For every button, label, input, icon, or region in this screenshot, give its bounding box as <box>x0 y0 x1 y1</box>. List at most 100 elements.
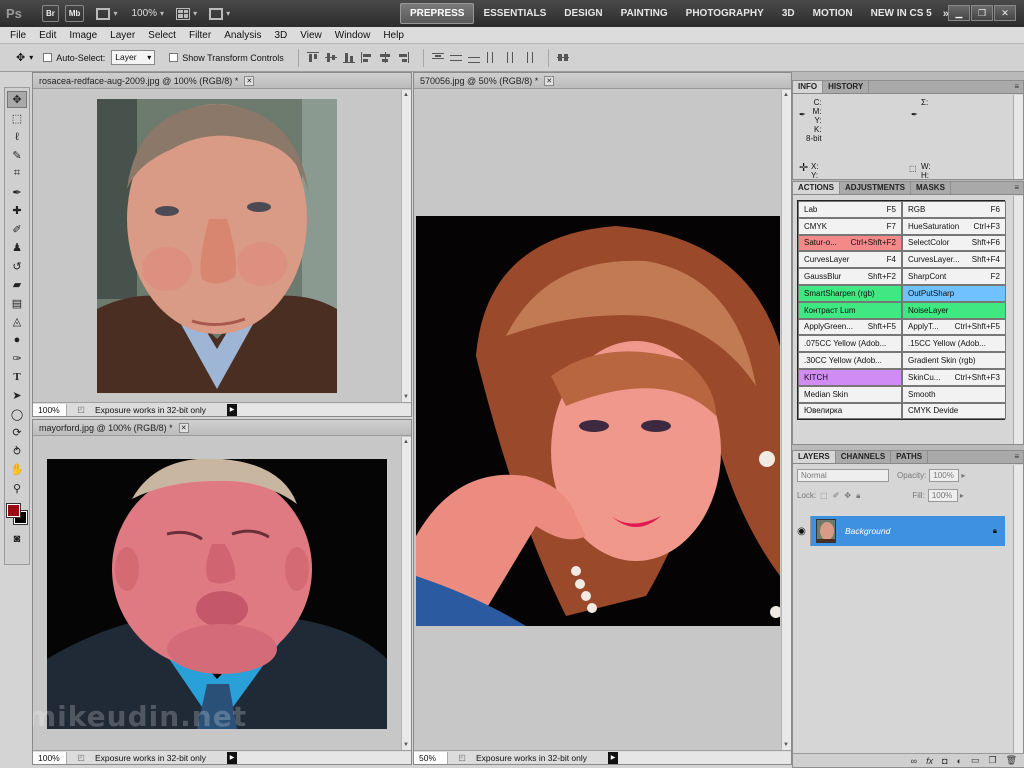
action-button[interactable]: SmartSharpen (rgb) <box>798 284 902 302</box>
distribute-left-icon[interactable] <box>486 52 498 63</box>
workspace-painting[interactable]: PAINTING <box>612 4 677 23</box>
action-button[interactable]: GaussBlur Shft+F2 <box>798 268 902 285</box>
quick-mask-icon[interactable]: ◙ <box>7 530 27 547</box>
workspace-motion[interactable]: MOTION <box>804 4 862 23</box>
distribute-top-icon[interactable] <box>431 52 444 63</box>
tab-masks[interactable]: MASKS <box>911 182 951 194</box>
lasso-tool-icon[interactable]: ℓ <box>7 128 27 145</box>
menu-window[interactable]: Window <box>335 30 371 41</box>
chevron-down-icon[interactable]: ▾ <box>160 9 164 18</box>
fill-field[interactable]: 100% <box>927 489 958 502</box>
brush-tool-icon[interactable]: ✐ <box>7 221 27 238</box>
new-group-icon[interactable]: ▭ <box>971 755 980 766</box>
show-transform-checkbox[interactable] <box>169 53 179 62</box>
align-right-icon[interactable] <box>397 52 409 63</box>
menu-layer[interactable]: Layer <box>110 30 135 41</box>
status-menu-arrow[interactable]: ▶ <box>227 751 237 764</box>
distribute-bottom-icon[interactable] <box>467 52 480 63</box>
move-tool-icon[interactable]: ✥ <box>7 91 27 108</box>
vertical-scrollbar[interactable]: ▲ ▼ <box>401 90 411 402</box>
document-tab[interactable]: 570056.jpg @ 50% (RGB/8) * ✕ <box>414 73 791 89</box>
layer-row-background[interactable]: ◉ Background 🔒︎ <box>793 516 1005 546</box>
info-icon[interactable]: ◰ <box>456 753 468 762</box>
new-layer-icon[interactable]: ❐ <box>988 755 996 766</box>
3d-orbit-tool-icon[interactable]: ⥁ <box>7 443 27 460</box>
foreground-color-swatch[interactable] <box>6 503 21 518</box>
action-button[interactable]: CurvesLayer... Shft+F4 <box>902 251 1006 269</box>
distribute-vcenter-icon[interactable] <box>449 52 462 63</box>
info-icon[interactable]: ◰ <box>75 405 87 414</box>
canvas-area[interactable] <box>33 90 401 402</box>
menu-edit[interactable]: Edit <box>39 30 56 41</box>
workspace-photography[interactable]: PHOTOGRAPHY <box>677 4 773 23</box>
action-button[interactable]: RGB F6 <box>902 201 1006 218</box>
action-button[interactable]: Gradient Skin (rgb) <box>902 352 1006 369</box>
action-button[interactable]: Smooth <box>902 385 1006 403</box>
auto-align-icon[interactable] <box>556 52 569 63</box>
menu-analysis[interactable]: Analysis <box>224 30 261 41</box>
quick-select-tool-icon[interactable]: ✎ <box>7 147 27 164</box>
align-hcenter-icon[interactable] <box>379 52 391 63</box>
clone-stamp-tool-icon[interactable]: ♟ <box>7 239 27 256</box>
zoom-level[interactable]: 100% <box>131 8 157 19</box>
distribute-hcenter-icon[interactable] <box>504 52 516 63</box>
minimize-icon[interactable]: ▁ <box>948 5 970 21</box>
eraser-tool-icon[interactable]: ▰ <box>7 276 27 293</box>
history-brush-tool-icon[interactable]: ↺ <box>7 258 27 275</box>
action-button[interactable]: Satur-o... Ctrl+Shft+F2 <box>798 234 902 252</box>
action-button[interactable]: .30CC Yellow (Adob... <box>798 352 902 369</box>
blend-mode-dropdown[interactable]: Normal <box>797 469 889 482</box>
workspace-prepress[interactable]: PREPRESS <box>400 3 475 24</box>
chevron-right-icon[interactable]: ▸ <box>960 491 964 500</box>
zoom-field[interactable]: 50% <box>414 751 448 764</box>
auto-select-checkbox[interactable] <box>43 53 53 62</box>
close-icon[interactable]: ✕ <box>178 422 189 433</box>
tab-layers[interactable]: LAYERS <box>793 451 836 463</box>
status-menu-arrow[interactable]: ▶ <box>227 403 237 416</box>
action-button[interactable]: CurvesLayer F4 <box>798 251 902 269</box>
close-icon[interactable]: ✕ <box>544 75 555 86</box>
vertical-scrollbar[interactable]: ▲ ▼ <box>401 437 411 750</box>
menu-filter[interactable]: Filter <box>189 30 211 41</box>
layer-style-icon[interactable]: fx <box>926 756 933 766</box>
align-vcenter-icon[interactable] <box>324 52 337 63</box>
panel-menu-icon[interactable]: ≡ <box>1014 183 1019 192</box>
hand-tool-icon[interactable]: ✋ <box>7 461 27 478</box>
close-icon[interactable]: ✕ <box>244 75 255 86</box>
arrange-documents-icon[interactable] <box>176 7 191 20</box>
tab-channels[interactable]: CHANNELS <box>836 451 892 463</box>
shape-tool-icon[interactable]: ◯ <box>7 406 27 423</box>
action-button[interactable]: OutPutSharp <box>902 284 1006 302</box>
tab-info[interactable]: INFO <box>793 81 824 93</box>
link-layers-icon[interactable]: ∞ <box>911 756 917 766</box>
action-button[interactable]: SharpCont F2 <box>902 268 1006 285</box>
workspace-new-in-cs5[interactable]: NEW IN CS 5 <box>862 4 941 23</box>
action-button[interactable]: Ювелирка <box>798 402 902 420</box>
action-button[interactable]: ApplyGreen... Shft+F5 <box>798 318 902 336</box>
document-tab[interactable]: rosacea-redface-aug-2009.jpg @ 100% (RGB… <box>33 73 411 89</box>
status-menu-arrow[interactable]: ▶ <box>608 751 618 764</box>
workspace-essentials[interactable]: ESSENTIALS <box>474 4 555 23</box>
action-button[interactable]: KITCH <box>798 368 902 386</box>
vertical-scrollbar[interactable] <box>1013 196 1023 444</box>
marquee-tool-icon[interactable]: ⬚ <box>7 110 27 127</box>
action-button[interactable]: CMYK F7 <box>798 217 902 235</box>
menu-help[interactable]: Help <box>383 30 404 41</box>
crop-tool-icon[interactable]: ⌗ <box>7 165 27 182</box>
align-top-icon[interactable] <box>306 52 319 63</box>
gradient-tool-icon[interactable]: ▤ <box>7 295 27 312</box>
action-button[interactable]: Контраст Lum <box>798 301 902 319</box>
vertical-scrollbar[interactable] <box>1013 95 1023 179</box>
dodge-tool-icon[interactable]: ● <box>7 332 27 349</box>
workspace-design[interactable]: DESIGN <box>555 4 611 23</box>
menu-image[interactable]: Image <box>69 30 97 41</box>
action-button[interactable]: SkinCu... Ctrl+Shft+F3 <box>902 368 1006 386</box>
vertical-scrollbar[interactable] <box>1013 465 1023 767</box>
horizontal-scrollbar[interactable] <box>237 403 411 416</box>
3d-rotate-tool-icon[interactable]: ⟳ <box>7 424 27 441</box>
menu-file[interactable]: File <box>10 30 26 41</box>
auto-select-dropdown[interactable]: Layer <box>111 50 156 65</box>
zoom-tool-icon[interactable]: ⚲ <box>7 480 27 497</box>
action-button[interactable]: .075CC Yellow (Adob... <box>798 335 902 353</box>
chevron-right-icon[interactable]: ▸ <box>961 471 965 480</box>
